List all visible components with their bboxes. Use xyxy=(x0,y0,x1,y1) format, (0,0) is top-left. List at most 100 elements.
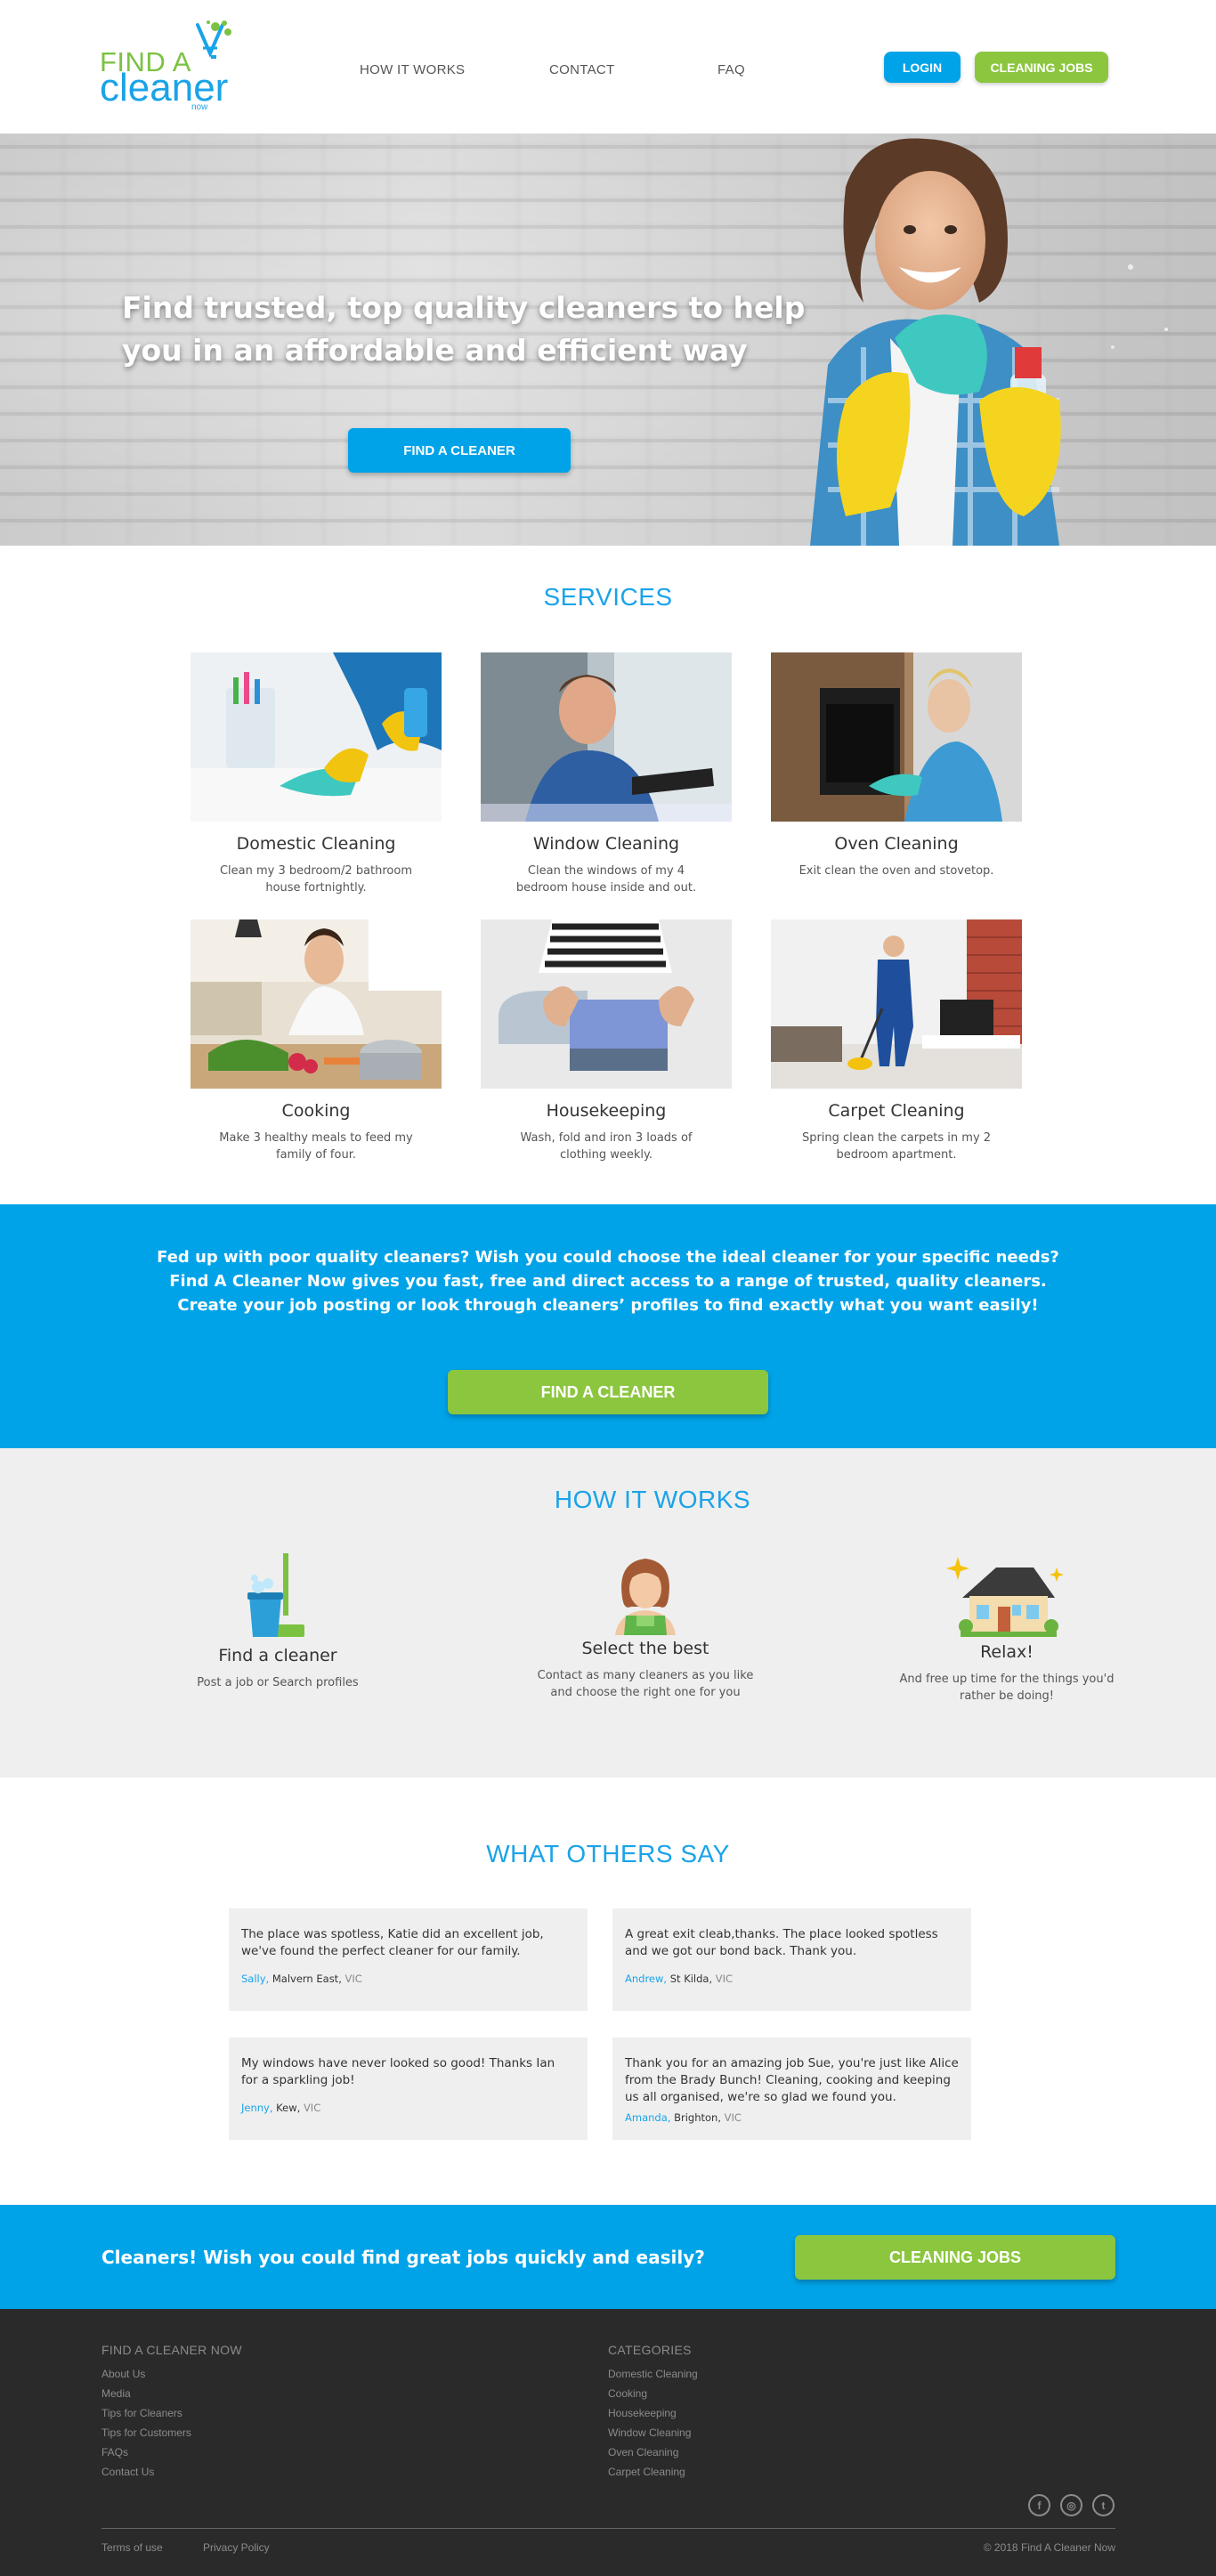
instagram-icon[interactable]: ◎ xyxy=(1060,2494,1082,2516)
site-header: FIND A cleaner now HOW IT WORKS CONTACT … xyxy=(0,0,1216,134)
site-footer: FIND A CLEANER NOW About Us Media Tips f… xyxy=(0,2309,1216,2576)
service-name: Cooking xyxy=(281,1101,351,1121)
oven-cleaning-photo xyxy=(771,652,1022,822)
services-title: SERVICES xyxy=(543,583,673,611)
banner-find-cleaner-button[interactable]: FIND A CLEANER xyxy=(448,1370,768,1414)
cooking-photo xyxy=(191,919,442,1089)
value-proposition-banner: Fed up with poor quality cleaners? Wish … xyxy=(0,1204,1216,1448)
service-card-housekeeping[interactable]: Housekeeping Wash, fold and iron 3 loads… xyxy=(481,919,732,1163)
footer-link-carpet[interactable]: Carpet Cleaning xyxy=(608,2462,698,2482)
footer-heading: FIND A CLEANER NOW xyxy=(101,2343,242,2357)
footer-link-tips-cleaners[interactable]: Tips for Cleaners xyxy=(101,2403,242,2423)
author-suburb: Kew, xyxy=(276,2102,301,2114)
footer-link-oven[interactable]: Oven Cleaning xyxy=(608,2442,698,2462)
carpet-cleaning-photo xyxy=(771,919,1022,1089)
step-find-cleaner: Find a cleaner Post a job or Search prof… xyxy=(189,1553,367,1691)
copyright: © 2018 Find A Cleaner Now xyxy=(983,2541,1115,2554)
service-desc: Make 3 healthy meals to feed my family o… xyxy=(219,1131,413,1162)
services-section: SERVICES Domestic Cleaning Clean my 3 be… xyxy=(0,546,1216,1204)
service-card-oven[interactable]: Oven Cleaning Exit clean the oven and st… xyxy=(771,652,1022,879)
author-state: VIC xyxy=(724,2111,742,2124)
footer-heading: CATEGORIES xyxy=(608,2343,692,2357)
footer-link-housekeeping[interactable]: Housekeeping xyxy=(608,2403,698,2423)
author-suburb: Brighton, xyxy=(674,2111,721,2124)
cleaners-bar-text: Cleaners! Wish you could find great jobs… xyxy=(101,2247,705,2268)
cleaning-jobs-header-button[interactable]: CLEANING JOBS xyxy=(975,52,1108,83)
service-desc: Clean the windows of my 4 bedroom house … xyxy=(515,864,697,895)
how-it-works-section: HOW IT WORKS Find a cleaner Post a job o… xyxy=(0,1448,1216,1778)
testimonial-author: Amanda, Brighton, VIC xyxy=(625,2111,959,2124)
testimonials-section: WHAT OTHERS SAY The place was spotless, … xyxy=(0,1778,1216,2205)
banner-line-3: Create your job posting or look through … xyxy=(177,1296,1039,1315)
step-title: Find a cleaner xyxy=(218,1646,337,1665)
testimonial-text: A great exit cleab,thanks. The place loo… xyxy=(625,1927,938,1958)
housekeeping-photo xyxy=(481,919,732,1089)
testimonial-card: The place was spotless, Katie did an exc… xyxy=(229,1908,588,2011)
cleaning-jobs-button[interactable]: CLEANING JOBS xyxy=(795,2235,1115,2280)
testimonial-author: Andrew, St Kilda, VIC xyxy=(625,1973,959,1985)
facebook-icon[interactable]: f xyxy=(1028,2494,1050,2516)
cleaning-bucket-icon xyxy=(247,1553,304,1637)
step-desc: Contact as many cleaners as you like and… xyxy=(537,1669,754,1699)
step-title: Relax! xyxy=(980,1642,1034,1662)
hero-find-cleaner-button[interactable]: FIND A CLEANER xyxy=(348,428,571,473)
step-relax: Relax! And free up time for the things y… xyxy=(890,1553,1123,1705)
banner-line-2: Find A Cleaner Now gives you fast, free … xyxy=(169,1272,1047,1291)
service-name: Window Cleaning xyxy=(532,834,680,854)
service-name: Oven Cleaning xyxy=(834,834,959,854)
nav-contact[interactable]: CONTACT xyxy=(549,62,614,77)
site-logo[interactable]: FIND A cleaner now xyxy=(100,20,233,117)
service-desc: Exit clean the oven and stovetop. xyxy=(799,864,994,878)
testimonial-author: Sally, Malvern East, VIC xyxy=(241,1973,575,1985)
footer-divider xyxy=(101,2528,1115,2529)
author-name: Amanda, xyxy=(625,2111,671,2124)
domestic-cleaning-photo xyxy=(191,652,442,822)
author-name: Jenny, xyxy=(241,2102,273,2114)
cleaner-avatar-icon xyxy=(615,1559,676,1635)
service-card-cooking[interactable]: Cooking Make 3 healthy meals to feed my … xyxy=(191,919,442,1163)
cleaners-call-to-action-bar: Cleaners! Wish you could find great jobs… xyxy=(0,2205,1216,2309)
banner-text: Fed up with poor quality cleaners? Wish … xyxy=(0,1245,1216,1317)
step-select-best: Select the best Contact as many cleaners… xyxy=(525,1553,766,1701)
nav-how-it-works[interactable]: HOW IT WORKS xyxy=(360,62,465,77)
testimonial-card: My windows have never looked so good! Th… xyxy=(229,2037,588,2140)
footer-link-media[interactable]: Media xyxy=(101,2384,242,2403)
footer-column-categories: CATEGORIES Domestic Cleaning Cooking Hou… xyxy=(608,2343,698,2482)
window-cleaning-photo xyxy=(481,652,732,822)
step-desc: And free up time for the things you'd ra… xyxy=(899,1673,1115,1703)
step-desc: Post a job or Search profiles xyxy=(197,1676,359,1689)
author-suburb: Malvern East, xyxy=(272,1973,342,1985)
login-button[interactable]: LOGIN xyxy=(884,52,961,83)
service-name: Domestic Cleaning xyxy=(236,834,396,854)
testimonial-card: A great exit cleab,thanks. The place loo… xyxy=(612,1908,971,2011)
author-state: VIC xyxy=(715,1973,734,1985)
nav-faq[interactable]: FAQ xyxy=(717,62,745,77)
sparkling-house-icon xyxy=(946,1557,1064,1637)
hero-cleaner-woman-photo xyxy=(810,138,1168,546)
privacy-policy-link[interactable]: Privacy Policy xyxy=(203,2541,270,2554)
testimonials-title: WHAT OTHERS SAY xyxy=(486,1840,730,1867)
banner-line-1: Fed up with poor quality cleaners? Wish … xyxy=(157,1248,1059,1267)
footer-link-tips-customers[interactable]: Tips for Customers xyxy=(101,2423,242,2442)
twitter-icon[interactable]: t xyxy=(1092,2494,1115,2516)
footer-link-contact[interactable]: Contact Us xyxy=(101,2462,242,2482)
hero-banner: Find trusted, top quality cleaners to he… xyxy=(0,134,1216,546)
testimonial-text: My windows have never looked so good! Th… xyxy=(241,2056,555,2087)
author-state: VIC xyxy=(303,2102,321,2114)
service-card-domestic[interactable]: Domestic Cleaning Clean my 3 bedroom/2 b… xyxy=(191,652,442,896)
service-desc: Wash, fold and iron 3 loads of clothing … xyxy=(520,1131,693,1162)
footer-link-cooking[interactable]: Cooking xyxy=(608,2384,698,2403)
footer-link-window[interactable]: Window Cleaning xyxy=(608,2423,698,2442)
step-title: Select the best xyxy=(581,1639,709,1658)
footer-link-faqs[interactable]: FAQs xyxy=(101,2442,242,2462)
logo-text-cleaner: cleaner xyxy=(100,66,229,109)
terms-of-use-link[interactable]: Terms of use xyxy=(101,2541,163,2554)
service-card-carpet[interactable]: Carpet Cleaning Spring clean the carpets… xyxy=(771,919,1022,1163)
footer-link-about[interactable]: About Us xyxy=(101,2364,242,2384)
footer-column-company: FIND A CLEANER NOW About Us Media Tips f… xyxy=(101,2343,242,2482)
footer-link-domestic[interactable]: Domestic Cleaning xyxy=(608,2364,698,2384)
footer-social-links: f ◎ t xyxy=(1028,2494,1115,2516)
service-card-window[interactable]: Window Cleaning Clean the windows of my … xyxy=(481,652,732,896)
service-name: Housekeeping xyxy=(546,1101,667,1121)
testimonial-author: Jenny, Kew, VIC xyxy=(241,2102,575,2114)
